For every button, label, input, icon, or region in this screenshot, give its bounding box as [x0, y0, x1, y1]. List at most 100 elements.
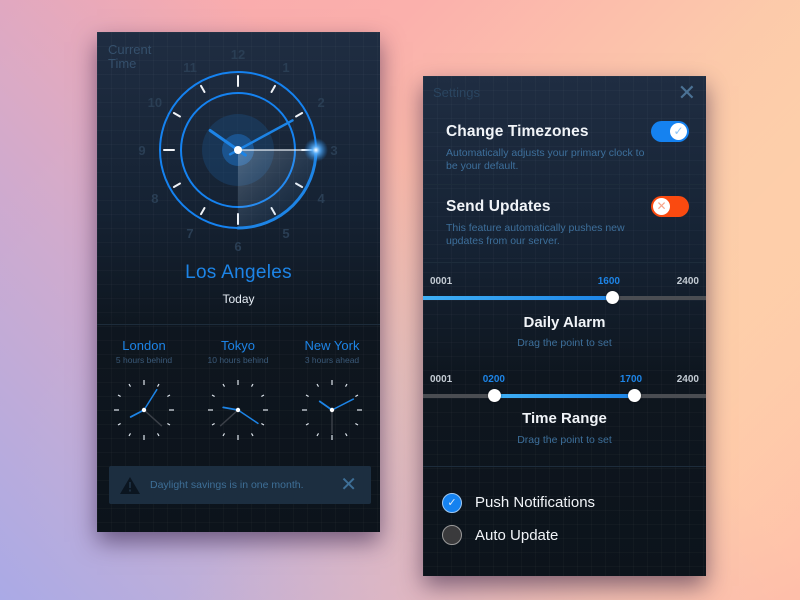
dial-number: 5 — [282, 226, 289, 241]
dial-number: 1 — [282, 60, 289, 75]
check-icon: ✓ — [673, 124, 684, 138]
mini-center-dot — [235, 407, 241, 413]
section-divider — [423, 262, 706, 263]
mini-second-hand — [219, 409, 239, 427]
option-title-send-updates: Send Updates — [446, 198, 551, 215]
mini-minute-hand — [143, 388, 158, 411]
dial-number: 2 — [318, 95, 325, 110]
dial-tick — [200, 207, 206, 216]
daylight-savings-alert: Daylight savings is in one month. ✕ — [109, 466, 371, 504]
mini-dial-tick — [222, 433, 226, 437]
mini-dial-tick — [344, 383, 348, 387]
push-notifications-checkbox[interactable]: ✓ — [442, 493, 462, 513]
auto-update-label[interactable]: Auto Update — [475, 527, 558, 544]
mini-dial-tick — [305, 394, 309, 398]
dial-number: 7 — [186, 226, 193, 241]
warning-icon — [120, 477, 140, 494]
world-clock-new-york[interactable]: New York 3 hours ahead — [285, 338, 379, 445]
mini-minute-hand — [237, 409, 259, 425]
slider-thumb[interactable] — [605, 291, 619, 304]
mini-dial-tick — [355, 394, 359, 398]
daily-alarm-max: 2400 — [676, 276, 699, 287]
change-timezones-toggle[interactable]: ✓ — [651, 121, 689, 142]
current-time-panel: Current Time 12 1 2 3 4 5 6 7 8 9 10 11 Los Angeles… — [97, 32, 380, 532]
world-clock-offset: 3 hours ahead — [304, 355, 360, 365]
dial-number: 6 — [234, 239, 241, 254]
mini-dial-tick — [167, 422, 171, 426]
dial-tick — [270, 84, 276, 93]
mini-dial-tick — [128, 383, 132, 387]
dial-number: 10 — [148, 95, 162, 110]
range-start-thumb[interactable] — [487, 389, 501, 402]
world-clock-offset: 5 hours behind — [115, 355, 173, 365]
send-updates-toggle[interactable]: ✕ — [651, 196, 689, 217]
dial-number: 8 — [151, 191, 158, 206]
push-notifications-label[interactable]: Push Notifications — [475, 494, 595, 511]
alert-message: Daylight savings is in one month. — [150, 479, 304, 491]
mini-hour-hand — [129, 409, 145, 418]
mini-dial-tick — [261, 422, 265, 426]
slider-fill — [423, 296, 612, 300]
daily-alarm-title: Daily Alarm — [523, 314, 606, 331]
dial-tick — [200, 84, 206, 93]
dial-tick — [172, 112, 181, 118]
daily-alarm-hint: Drag the point to set — [517, 337, 612, 349]
mini-dial-tick — [128, 433, 132, 437]
time-range-slider[interactable] — [423, 389, 706, 402]
second-hand-glow — [304, 138, 328, 162]
option-title-change-timezones: Change Timezones — [446, 123, 589, 140]
mini-center-dot — [141, 407, 147, 413]
daily-alarm-slider[interactable] — [423, 291, 706, 304]
dial-number: 12 — [231, 47, 245, 62]
mini-clock — [302, 380, 362, 440]
option-desc-send-updates: This feature automatically pushes new up… — [446, 222, 625, 247]
close-icon[interactable]: ✕ — [340, 475, 357, 495]
dial-number: 11 — [183, 60, 197, 75]
mini-minute-hand — [331, 398, 355, 411]
mini-clock — [114, 380, 174, 440]
dial-number: 9 — [138, 143, 145, 158]
option-desc-change-timezones: Automatically adjusts your primary clock… — [446, 147, 645, 172]
section-divider — [97, 324, 380, 325]
mini-dial-tick — [117, 394, 121, 398]
auto-update-checkbox[interactable] — [442, 525, 462, 545]
time-range-title: Time Range — [522, 410, 607, 427]
settings-title: Settings — [433, 85, 480, 100]
time-range-hint: Drag the point to set — [517, 434, 612, 446]
section-divider — [423, 184, 706, 185]
slider-fill — [493, 394, 634, 398]
range-end-thumb[interactable] — [627, 389, 641, 402]
mini-dial-tick — [211, 394, 215, 398]
daily-alarm-min: 0001 — [430, 276, 453, 287]
mini-clock — [208, 380, 268, 440]
mini-dial-tick — [316, 383, 320, 387]
world-clock-offset: 10 hours behind — [207, 355, 269, 365]
time-range-end: 1700 — [619, 374, 643, 385]
toggle-knob: ✓ — [670, 123, 687, 140]
checkbox-mark — [443, 526, 461, 544]
primary-day: Today — [222, 292, 255, 306]
mini-dial-tick — [316, 433, 320, 437]
mini-dial-tick — [305, 422, 309, 426]
world-clock-city: London — [122, 338, 166, 353]
mini-dial-tick — [156, 433, 160, 437]
mini-dial-tick — [167, 394, 171, 398]
mini-second-hand — [143, 409, 163, 427]
settings-panel: Settings ✕ Change Timezones Automaticall… — [423, 76, 706, 576]
mini-dial-tick — [355, 422, 359, 426]
world-clock-london[interactable]: London 5 hours behind — [97, 338, 191, 445]
clock-center-dot — [234, 146, 242, 154]
mini-hour-hand — [222, 406, 239, 411]
mini-dial-tick — [117, 422, 121, 426]
world-clock-city: New York — [304, 338, 360, 353]
world-clock-tokyo[interactable]: Tokyo 10 hours behind — [191, 338, 285, 445]
primary-city: Los Angeles — [185, 262, 292, 283]
dial-number: 4 — [318, 191, 326, 206]
mini-hour-hand — [318, 400, 333, 411]
mini-dial-tick — [211, 422, 215, 426]
close-icon[interactable]: ✕ — [678, 81, 696, 105]
mini-dial-tick — [261, 394, 265, 398]
mini-center-dot — [329, 407, 335, 413]
main-clock: 121234567891011 — [138, 47, 337, 254]
toggle-knob: ✕ — [653, 198, 670, 215]
